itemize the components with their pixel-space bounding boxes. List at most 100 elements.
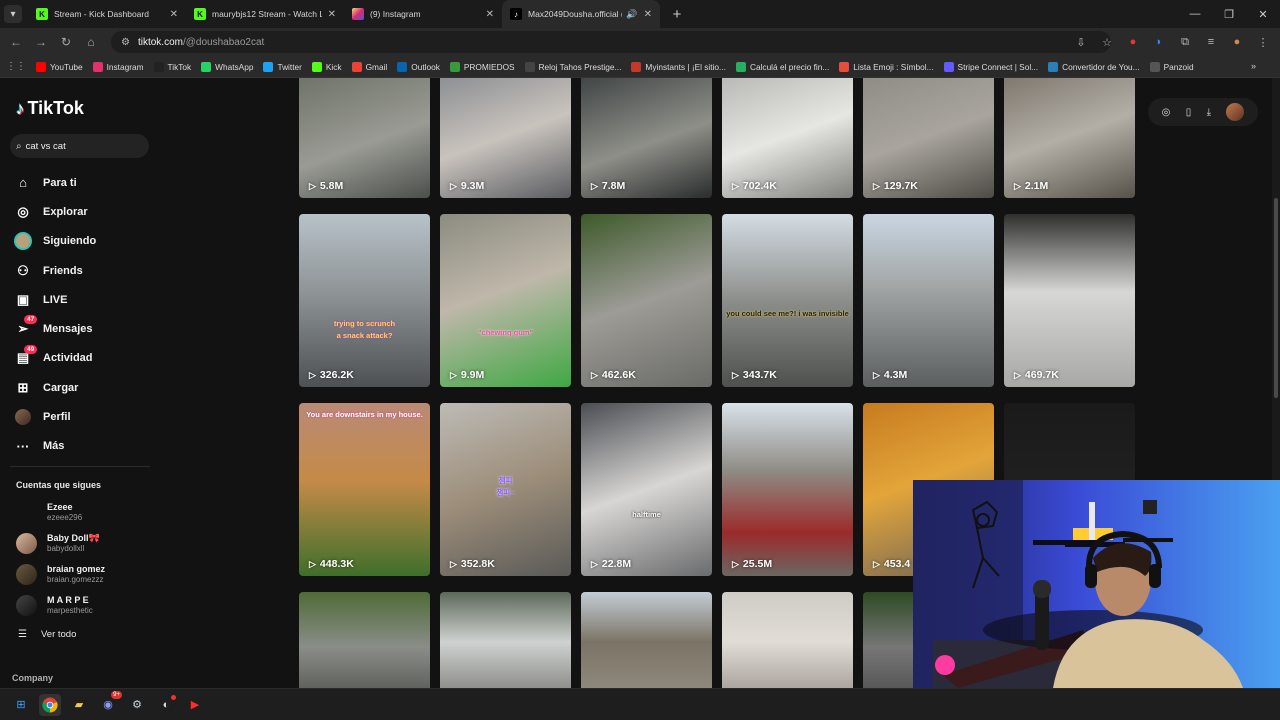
bookmark-star-icon[interactable]: ☆ xyxy=(1096,31,1118,53)
tab-close-icon[interactable]: ✕ xyxy=(644,9,652,20)
bookmark-item[interactable]: Twitter xyxy=(263,61,302,72)
tiktok-logo[interactable]: ♪ TikTok xyxy=(16,98,84,119)
extensions-icon[interactable]: ⧉ xyxy=(1174,31,1196,53)
steam-icon[interactable]: ⚙ xyxy=(126,694,148,716)
tab-close-icon[interactable]: ✕ xyxy=(170,9,178,20)
nav-item-home[interactable]: ⌂ Para ti xyxy=(14,168,96,197)
reload-icon[interactable]: ↻ xyxy=(54,30,78,54)
following-account[interactable]: Ezeee ezeee296 xyxy=(16,502,82,523)
obs-icon[interactable]: ◐ xyxy=(155,694,177,716)
window-controls: — ❐ ✕ xyxy=(1178,0,1280,28)
nav-item-compass[interactable]: ◎ Explorar xyxy=(14,197,96,226)
home-icon[interactable]: ⌂ xyxy=(79,30,103,54)
tab-search-button[interactable]: ▾ xyxy=(4,5,22,23)
youtube-music-icon[interactable]: ▶ xyxy=(184,694,206,716)
scrollbar-thumb[interactable] xyxy=(1274,198,1278,398)
video-thumbnail[interactable]: ▷ 129.7K xyxy=(863,78,994,198)
bookmark-item[interactable]: Calculá el precio fin... xyxy=(735,61,829,72)
video-thumbnail[interactable]: ▷ 25.5M xyxy=(722,403,853,576)
menu-icon[interactable]: ⋮ xyxy=(1252,31,1274,53)
bookmark-item[interactable]: Lista Emoji : Símbol... xyxy=(839,61,934,72)
view-count-value: 4.3M xyxy=(883,369,908,381)
video-thumbnail[interactable]: You are downstairs in my house. ▷ 448.3K xyxy=(299,403,430,576)
bookmark-item[interactable]: Gmail xyxy=(351,61,387,72)
apps-grid-icon[interactable]: ⋮⋮ xyxy=(6,61,26,72)
video-thumbnail[interactable]: trying to scrunch a snack attack? ▷ 326.2K xyxy=(299,214,430,387)
tab-close-icon[interactable]: ✕ xyxy=(486,9,494,20)
site-info-icon[interactable]: ⚙ xyxy=(121,37,130,48)
video-thumbnail[interactable]: you could see me?! i was invisible ▷ 343.7… xyxy=(722,214,853,387)
nav-item-upload[interactable]: ⊞ Cargar xyxy=(14,373,96,402)
video-thumbnail[interactable]: ▷ 2.1M xyxy=(1004,78,1135,198)
tab-close-icon[interactable]: ✕ xyxy=(328,9,336,20)
nav-item-activity[interactable]: ▤ Actividad 49 xyxy=(14,344,96,373)
view-count-value: 326.2K xyxy=(319,369,354,381)
search-input[interactable]: ⌕ cat vs cat xyxy=(10,134,149,158)
video-thumbnail[interactable] xyxy=(440,592,571,688)
url-bar[interactable]: ⚙ tiktok.com/@doushabao2cat xyxy=(111,31,1111,53)
bookmark-item[interactable]: YouTube xyxy=(36,61,83,72)
download-icon[interactable]: ⤓ xyxy=(1207,107,1211,118)
browser-tab-kick-stream[interactable]: K maurybjs12 Stream - Watch Live ✕ xyxy=(186,0,344,28)
tab-list-icon[interactable]: ≡ xyxy=(1200,31,1222,53)
video-thumbnail[interactable]: ▷ 469.7K xyxy=(1004,214,1135,387)
discord-icon[interactable]: ◉ 9+ xyxy=(97,690,122,716)
bookmark-item[interactable]: WhatsApp xyxy=(201,61,253,72)
shazam-icon[interactable]: ◎ xyxy=(1162,107,1171,118)
following-account[interactable]: M A R P Emarpesthetic xyxy=(16,595,93,616)
browser-tab-instagram[interactable]: (9) Instagram ✕ xyxy=(344,0,502,28)
video-thumbnail[interactable]: ▷ 7.8M xyxy=(581,78,712,198)
company-link[interactable]: Company xyxy=(12,673,53,683)
extension-blue-icon[interactable]: ◗ xyxy=(1148,31,1170,53)
bookmark-item[interactable]: Instagram xyxy=(92,61,144,72)
bookmark-item[interactable]: Myinstants | ¡El sitio... xyxy=(631,61,726,72)
back-icon[interactable]: ← xyxy=(4,30,28,54)
close-window-icon[interactable]: ✕ xyxy=(1246,0,1280,28)
video-thumbnail[interactable] xyxy=(581,592,712,688)
bookmark-item[interactable]: Outlook xyxy=(397,61,440,72)
browser-tab-tiktok[interactable]: ♪ Max2049Dousha.official (@ 🔊 ✕ xyxy=(502,0,660,28)
video-thumbnail[interactable] xyxy=(299,592,430,688)
profile-icon[interactable]: ● xyxy=(1226,31,1248,53)
video-thumbnail[interactable]: 챔피 챔피~ ▷ 352.8K xyxy=(440,403,571,576)
new-tab-button[interactable]: + xyxy=(666,3,688,25)
video-thumbnail[interactable]: ▷ 9.3M xyxy=(440,78,571,198)
bookmarks-more-icon[interactable]: » xyxy=(1251,61,1256,71)
bookmark-item[interactable]: Reloj Tahos Prestige... xyxy=(524,61,621,72)
nav-item-more[interactable]: ··· Más xyxy=(14,432,96,461)
bookmark-item[interactable]: Stripe Connect | Sol... xyxy=(943,61,1038,72)
user-avatar[interactable] xyxy=(1226,103,1245,121)
phone-icon[interactable]: ▯ xyxy=(1186,107,1192,118)
forward-icon[interactable]: → xyxy=(29,30,53,54)
nav-item-live[interactable]: ▣ LIVE xyxy=(14,285,96,314)
video-thumbnail[interactable]: ▷ 702.4K xyxy=(722,78,853,198)
nav-item-profile[interactable]: Perfil xyxy=(14,402,96,431)
following-account[interactable]: braian gomez braian.gomezzz xyxy=(16,564,105,585)
minimize-icon[interactable]: — xyxy=(1178,0,1212,28)
avatar xyxy=(16,502,37,523)
nav-item-following[interactable]: Siguiendo xyxy=(14,227,96,256)
video-thumbnail[interactable]: ▷ 4.3M xyxy=(863,214,994,387)
bookmark-item[interactable]: PROMIEDOS xyxy=(449,61,515,72)
browser-tab-kick-dashboard[interactable]: K Stream - Kick Dashboard ✕ xyxy=(28,0,186,28)
video-thumbnail[interactable]: ▷ 5.8M xyxy=(299,78,430,198)
extension-red-icon[interactable]: ● xyxy=(1122,31,1144,53)
video-thumbnail[interactable] xyxy=(722,592,853,688)
maximize-icon[interactable]: ❐ xyxy=(1212,0,1246,28)
windows-start-icon[interactable]: ⊞ xyxy=(10,694,32,716)
see-all-link[interactable]: ☰ Ver todo xyxy=(18,629,76,640)
video-thumbnail[interactable]: ▷ 462.6K xyxy=(581,214,712,387)
video-thumbnail[interactable]: "chewing gum" ▷ 9.9M xyxy=(440,214,571,387)
bookmark-item[interactable]: Convertidor de You... xyxy=(1048,61,1140,72)
nav-item-friends[interactable]: ⚇ Friends xyxy=(14,256,96,285)
speaker-icon[interactable]: 🔊 xyxy=(626,9,637,20)
file-explorer-icon[interactable]: ▰ xyxy=(68,694,90,716)
video-thumbnail[interactable]: halftime ▷ 22.8M xyxy=(581,403,712,576)
bookmark-item[interactable]: Panzoid xyxy=(1149,61,1194,72)
bookmark-item[interactable]: TikTok xyxy=(153,61,191,72)
following-account[interactable]: Baby Doll🎀 babydollxll xyxy=(16,533,100,554)
install-app-icon[interactable]: ⇩ xyxy=(1070,31,1092,53)
bookmark-item[interactable]: Kick xyxy=(311,61,342,72)
chrome-taskbar-icon[interactable] xyxy=(39,693,61,716)
nav-item-messages[interactable]: ➢ Mensajes 47 xyxy=(14,314,96,343)
